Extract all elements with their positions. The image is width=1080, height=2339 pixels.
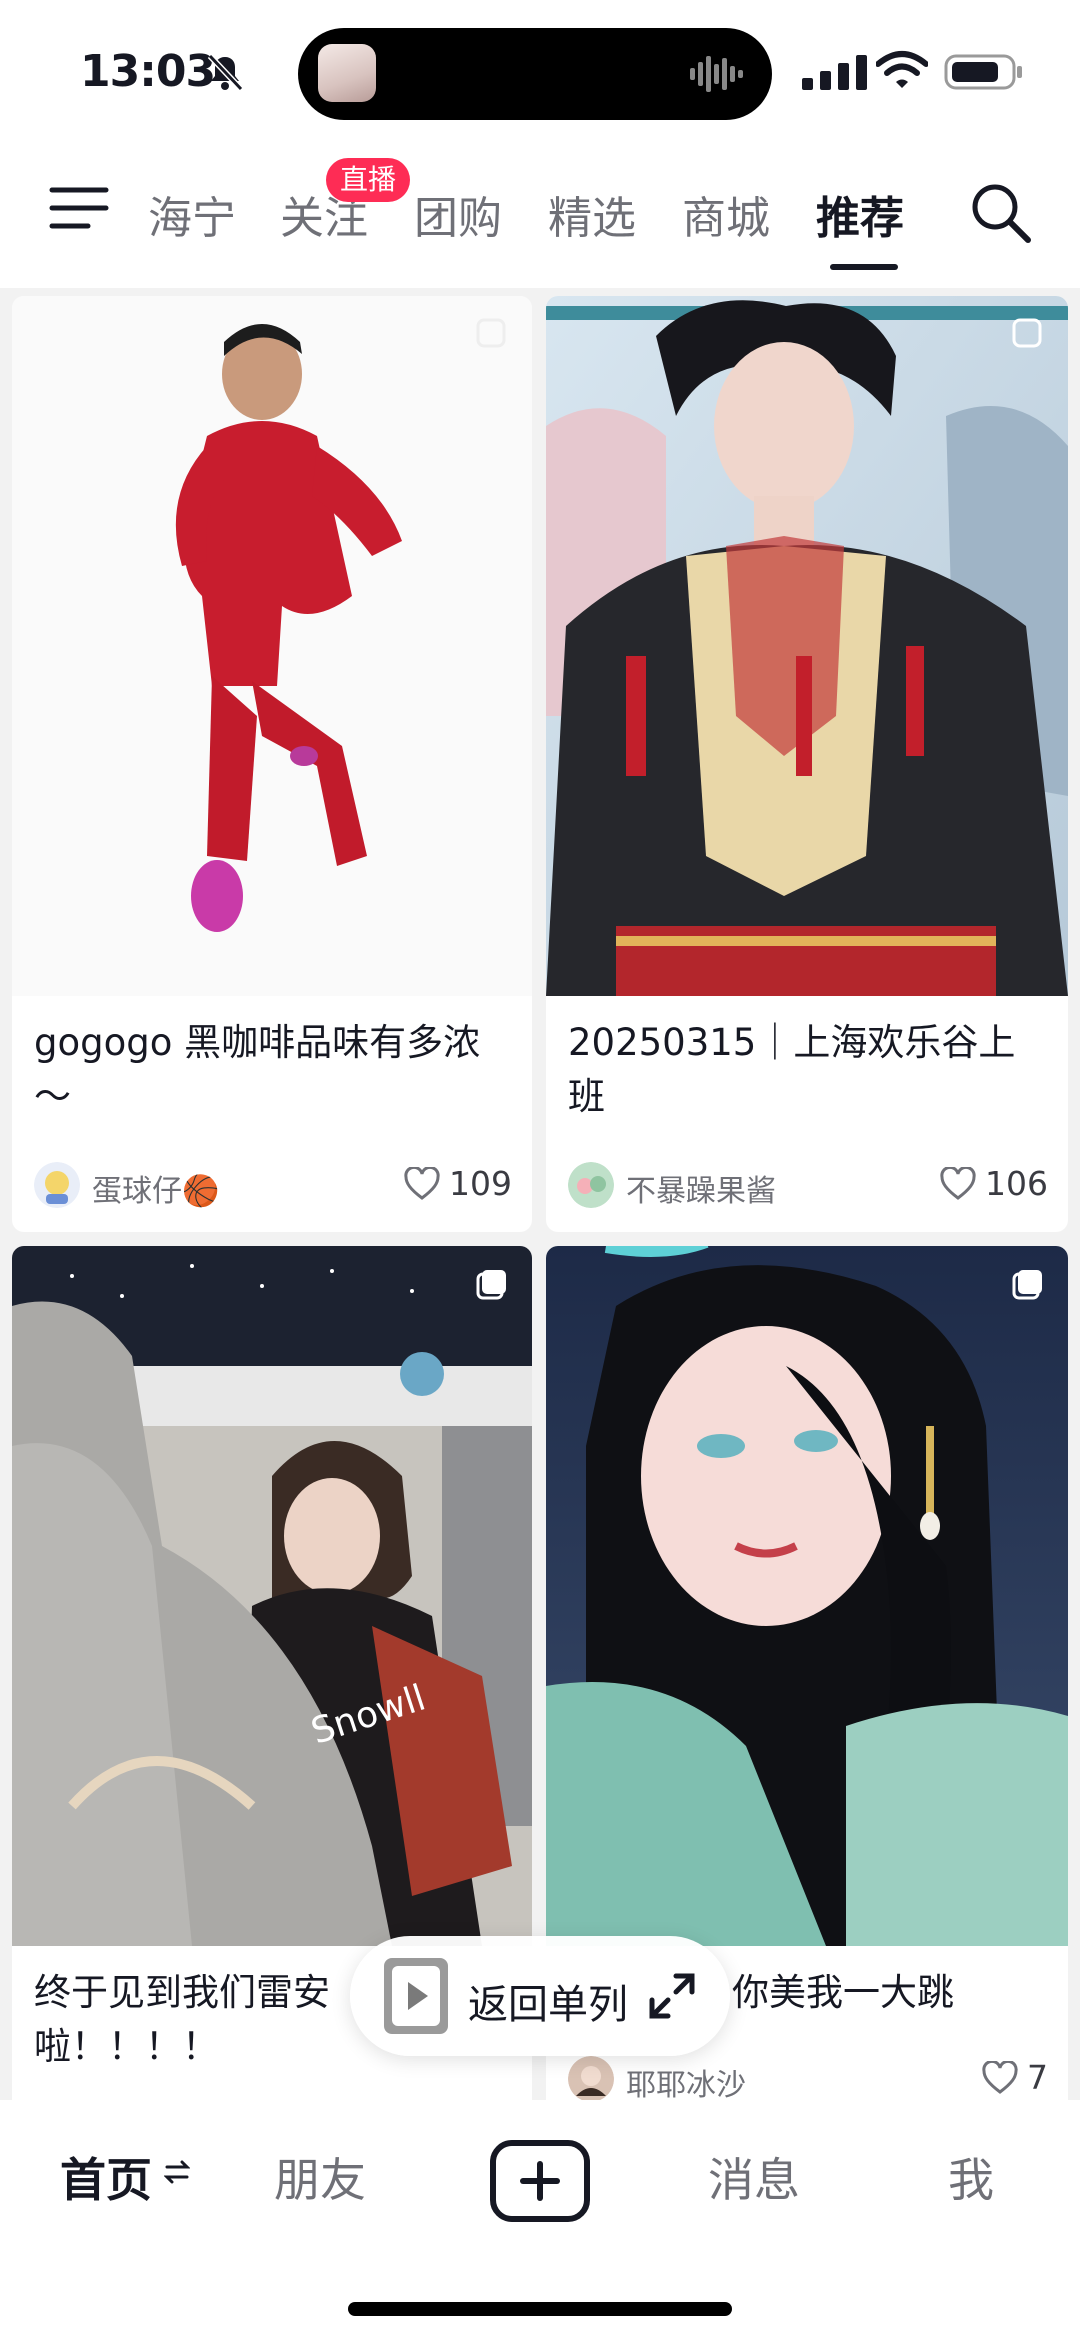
create-button[interactable] [490,2140,590,2222]
card-title: 20250315｜上海欢乐谷上班 [568,1021,1016,1118]
dynamic-island[interactable] [298,28,772,120]
card-meta: 蛋球仔🏀 109 [34,1160,512,1210]
menu-icon[interactable] [48,182,110,234]
card-cover-image [546,1246,1068,1946]
like-count[interactable]: 109 [403,1164,512,1203]
signal-icon [802,55,867,90]
image-set-icon [1012,318,1042,348]
wifi-icon [876,51,928,88]
image-set-icon [1012,1270,1042,1300]
plus-icon [520,2161,560,2201]
like-count[interactable]: 106 [939,1164,1048,1203]
tab-mall[interactable]: 商城 [682,182,770,246]
heart-icon [404,1166,440,1200]
card-title: 终于见到我们雷安啦！！！！ [34,1971,330,2068]
avatar[interactable] [568,1162,614,1208]
nav-me[interactable]: 我 [948,2144,994,2210]
battery-icon [944,54,1022,90]
card-title: gogogo 黑咖啡品味有多浓～ [34,1021,481,1118]
card-cover-image [546,296,1068,996]
play-thumbnail [384,1958,448,2034]
audio-wave-icon [690,56,743,92]
nav-home[interactable]: 首页 [60,2144,152,2210]
author-name[interactable]: 不暴躁果酱 [626,1166,776,1210]
return-single-column-label: 返回单列 [468,1982,628,2028]
nav-friends[interactable]: 朋友 [274,2144,366,2210]
card-title: 你美我一大跳 [732,1971,954,2014]
status-time: 13:03 [80,46,216,97]
card-meta: 耶耶冰沙 7 [568,2054,1048,2100]
expand-icon [649,1973,695,2019]
like-count[interactable]: 7 [981,2058,1048,2097]
nav-messages[interactable]: 消息 [708,2144,800,2210]
heart-icon [940,1166,976,1200]
mute-icon [207,53,244,92]
feed-grid: gogogo 黑咖啡品味有多浓～ 蛋球仔🏀 109 20250315｜上海欢乐谷… [0,288,1080,2100]
like-count-value: 106 [985,1164,1048,1203]
avatar[interactable] [568,2056,614,2100]
now-playing-thumbnail [318,44,376,102]
like-count-value: 7 [1027,2058,1048,2097]
feed-card[interactable]: 20250315｜上海欢乐谷上班 不暴躁果酱 106 [546,296,1068,1232]
tab-group-buy[interactable]: 团购 [414,182,502,246]
switch-icon[interactable] [164,2158,190,2186]
home-indicator [348,2302,732,2316]
live-badge: 直播 [326,158,411,202]
tab-recommended[interactable]: 推荐 [816,182,904,246]
active-tab-indicator [830,264,898,270]
feed-card[interactable]: gogogo 黑咖啡品味有多浓～ 蛋球仔🏀 109 [12,296,532,1232]
search-icon[interactable] [968,180,1032,244]
status-bar: 13:03 [0,0,1080,140]
avatar[interactable] [34,1162,80,1208]
image-set-icon [476,318,506,348]
tab-haining[interactable]: 海宁 [148,182,236,246]
play-icon [392,1966,440,2026]
heart-icon [982,2060,1018,2094]
author-name[interactable]: 蛋球仔🏀 [92,1166,219,1210]
tab-featured[interactable]: 精选 [548,182,636,246]
author-name[interactable]: 耶耶冰沙 [626,2060,746,2100]
return-single-column-button[interactable]: 返回单列 [350,1936,730,2056]
card-meta: 不暴躁果酱 106 [568,1160,1048,1210]
image-set-icon [476,1270,506,1300]
card-cover-image [12,296,532,996]
like-count-value: 109 [449,1164,512,1203]
card-cover-image: Snowll [12,1246,532,1946]
top-tabs-bar: 海宁 关注 直播 团购 精选 商城 推荐 [0,140,1080,288]
